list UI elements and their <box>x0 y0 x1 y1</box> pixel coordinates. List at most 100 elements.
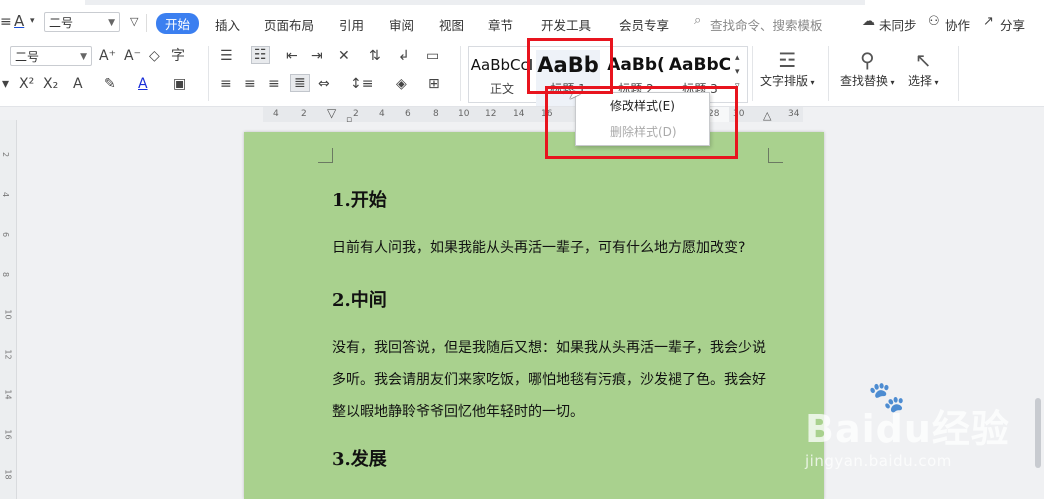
chevron-down-icon: ▾ <box>888 78 895 87</box>
tab-references[interactable]: 引用 <box>339 15 364 34</box>
line-spacing-icon[interactable]: ↕≡ <box>350 76 373 92</box>
char-border-icon[interactable]: ▣ <box>173 76 186 92</box>
clear-format-icon[interactable]: ◇ <box>149 48 160 64</box>
ruler-number: 4 <box>273 109 279 119</box>
tab-insert[interactable]: 插入 <box>215 15 240 34</box>
style-normal[interactable]: AaBbCcI 正文 <box>470 50 534 106</box>
ruler-number: 4 <box>379 109 385 119</box>
tab-view[interactable]: 视图 <box>439 15 464 34</box>
ruler-number: 2 <box>301 109 307 119</box>
ruler-number: 14 <box>513 109 525 119</box>
distribute-icon[interactable]: ⇔ <box>318 76 330 92</box>
tab-page-layout[interactable]: 页面布局 <box>264 15 314 34</box>
watermark-brand: Baidu经验 <box>805 407 1010 451</box>
subscript-icon[interactable]: X₂ <box>43 76 58 92</box>
first-line-indent-marker[interactable]: ▽ <box>327 107 336 119</box>
search-icon: ⌕ <box>694 13 702 28</box>
highlight-box-menu <box>545 86 738 159</box>
margin-corner-mark <box>318 148 333 163</box>
watermark-url: jingyan.baidu.com <box>805 452 952 470</box>
shrink-font-icon[interactable]: A⁻ <box>124 48 141 64</box>
chevron-down-icon: ▼ <box>108 18 115 28</box>
shading-icon[interactable]: ◈ <box>396 76 407 92</box>
margin-corner-mark <box>768 148 783 163</box>
ribbon: 二号 ▼ A⁺ A⁻ ◇ 字 ▾ X² X₂ A ✎ A ▣ ☰ ☷ ⇤ ⇥ ✕ … <box>0 38 1044 107</box>
more-chevron-icon[interactable]: ▽ <box>130 15 138 28</box>
ruler-tick: 8 <box>1 271 11 278</box>
tab-review[interactable]: 审阅 <box>389 15 414 34</box>
paragraph-2[interactable]: 没有，我回答说，但是我随后又想：如果我从头再活一辈子，我会少说多听。我会请朋友们… <box>332 332 772 428</box>
ruler-tick: 12 <box>3 349 13 360</box>
find-replace-button[interactable]: ⚲ 查找替换 ▾ <box>840 48 895 89</box>
divider <box>208 46 209 101</box>
ruler-tick: 18 <box>3 469 13 480</box>
align-left-icon[interactable]: ≡ <box>220 76 232 92</box>
paragraph-1[interactable]: 日前有人问我，如果我能从头再活一辈子，可有什么地方愿加改变? <box>332 232 792 264</box>
select-button[interactable]: ↖ 选择 ▾ <box>908 48 939 89</box>
style-label: 正文 <box>489 82 514 96</box>
ruler-tick: 16 <box>3 429 13 440</box>
ruler-number: 6 <box>405 109 411 119</box>
numbered-list-icon[interactable]: ☷ <box>251 46 270 64</box>
chevron-down-icon[interactable]: ▾ <box>2 76 9 92</box>
font-color-icon[interactable]: A <box>14 12 24 30</box>
left-indent-marker[interactable]: ▫ <box>346 115 352 125</box>
tab-home[interactable]: 开始 <box>156 13 200 34</box>
highlight-icon[interactable]: ✎ <box>104 76 116 92</box>
borders-icon[interactable]: ⊞ <box>428 76 440 92</box>
command-search-input[interactable]: 查找命令、搜索模板 <box>710 15 823 34</box>
font-name-select[interactable]: 二号 ▼ <box>44 12 120 32</box>
chinese-layout-icon[interactable]: ✕ <box>338 48 350 64</box>
text-layout-icon: ☲ <box>778 48 797 72</box>
collaborate-button[interactable]: 协作 <box>945 15 970 34</box>
sync-status-button[interactable]: 未同步 <box>879 15 917 34</box>
divider <box>752 46 753 101</box>
text-layout-label: 文字排版 <box>760 74 809 88</box>
watermark: 🐾 Baidu经验 jingyan.baidu.com <box>800 380 1030 490</box>
pinyin-guide-icon[interactable]: 字 <box>171 48 185 64</box>
style-preview: AaBbCcI <box>470 56 534 74</box>
user-icon: ⚇ <box>928 14 940 29</box>
sort-icon[interactable]: ⇅ <box>369 48 381 64</box>
vertical-ruler: 2 4 6 8 10 12 14 16 18 <box>0 120 17 499</box>
heading-2[interactable]: 2.中间 <box>332 286 387 312</box>
heading-1[interactable]: 1.开始 <box>332 186 387 212</box>
font-size-select[interactable]: 二号 ▼ <box>10 46 92 66</box>
align-center-icon[interactable]: ≡ <box>244 76 256 92</box>
superscript-icon[interactable]: X² <box>19 76 34 92</box>
title-strip <box>85 0 865 5</box>
heading-3[interactable]: 3.发展 <box>332 445 387 471</box>
find-replace-label: 查找替换 <box>840 74 889 88</box>
scrollbar-thumb[interactable] <box>1035 398 1041 468</box>
right-indent-marker[interactable]: △ <box>763 109 771 122</box>
font-color-icon[interactable]: A <box>138 76 148 92</box>
increase-indent-icon[interactable]: ⇥ <box>311 48 323 64</box>
menu-icon[interactable]: ≡ <box>0 14 12 30</box>
tab-member[interactable]: 会员专享 <box>619 15 669 34</box>
text-layout-button[interactable]: ☲ 文字排版 ▾ <box>760 48 815 89</box>
ruler-tick: 4 <box>1 191 11 198</box>
align-right-icon[interactable]: ≡ <box>268 76 280 92</box>
divider <box>828 46 829 101</box>
grow-font-icon[interactable]: A⁺ <box>99 48 116 64</box>
chevron-down-icon: ▼ <box>80 52 87 62</box>
ruler-number: 12 <box>485 109 497 119</box>
tab-developer[interactable]: 开发工具 <box>541 15 591 34</box>
tab-stops-icon[interactable]: ▭ <box>426 48 439 64</box>
ruler-tick: 6 <box>1 231 11 238</box>
tab-chapter[interactable]: 章节 <box>488 15 513 34</box>
cloud-sync-icon: ☁ <box>862 14 875 29</box>
bullet-list-icon[interactable]: ☰ <box>220 48 233 64</box>
decrease-indent-icon[interactable]: ⇤ <box>286 48 298 64</box>
document-page[interactable]: 1.开始 日前有人问我，如果我能从头再活一辈子，可有什么地方愿加改变? 2.中间… <box>244 132 824 499</box>
font-size-value: 二号 <box>15 50 40 64</box>
select-label: 选择 <box>908 74 933 88</box>
divider <box>460 46 461 101</box>
text-effect-icon[interactable]: A <box>73 76 83 92</box>
ruler-tick: 2 <box>1 151 11 158</box>
justify-icon[interactable]: ≣ <box>290 74 310 92</box>
menu-bar: ≡ A ▾ 二号 ▼ ▽ 开始 插入 页面布局 引用 审阅 视图 章节 开发工具 … <box>0 0 1044 38</box>
show-marks-icon[interactable]: ↲ <box>398 48 410 64</box>
chevron-down-icon[interactable]: ▾ <box>30 16 35 26</box>
share-button[interactable]: 分享 <box>1000 15 1025 34</box>
